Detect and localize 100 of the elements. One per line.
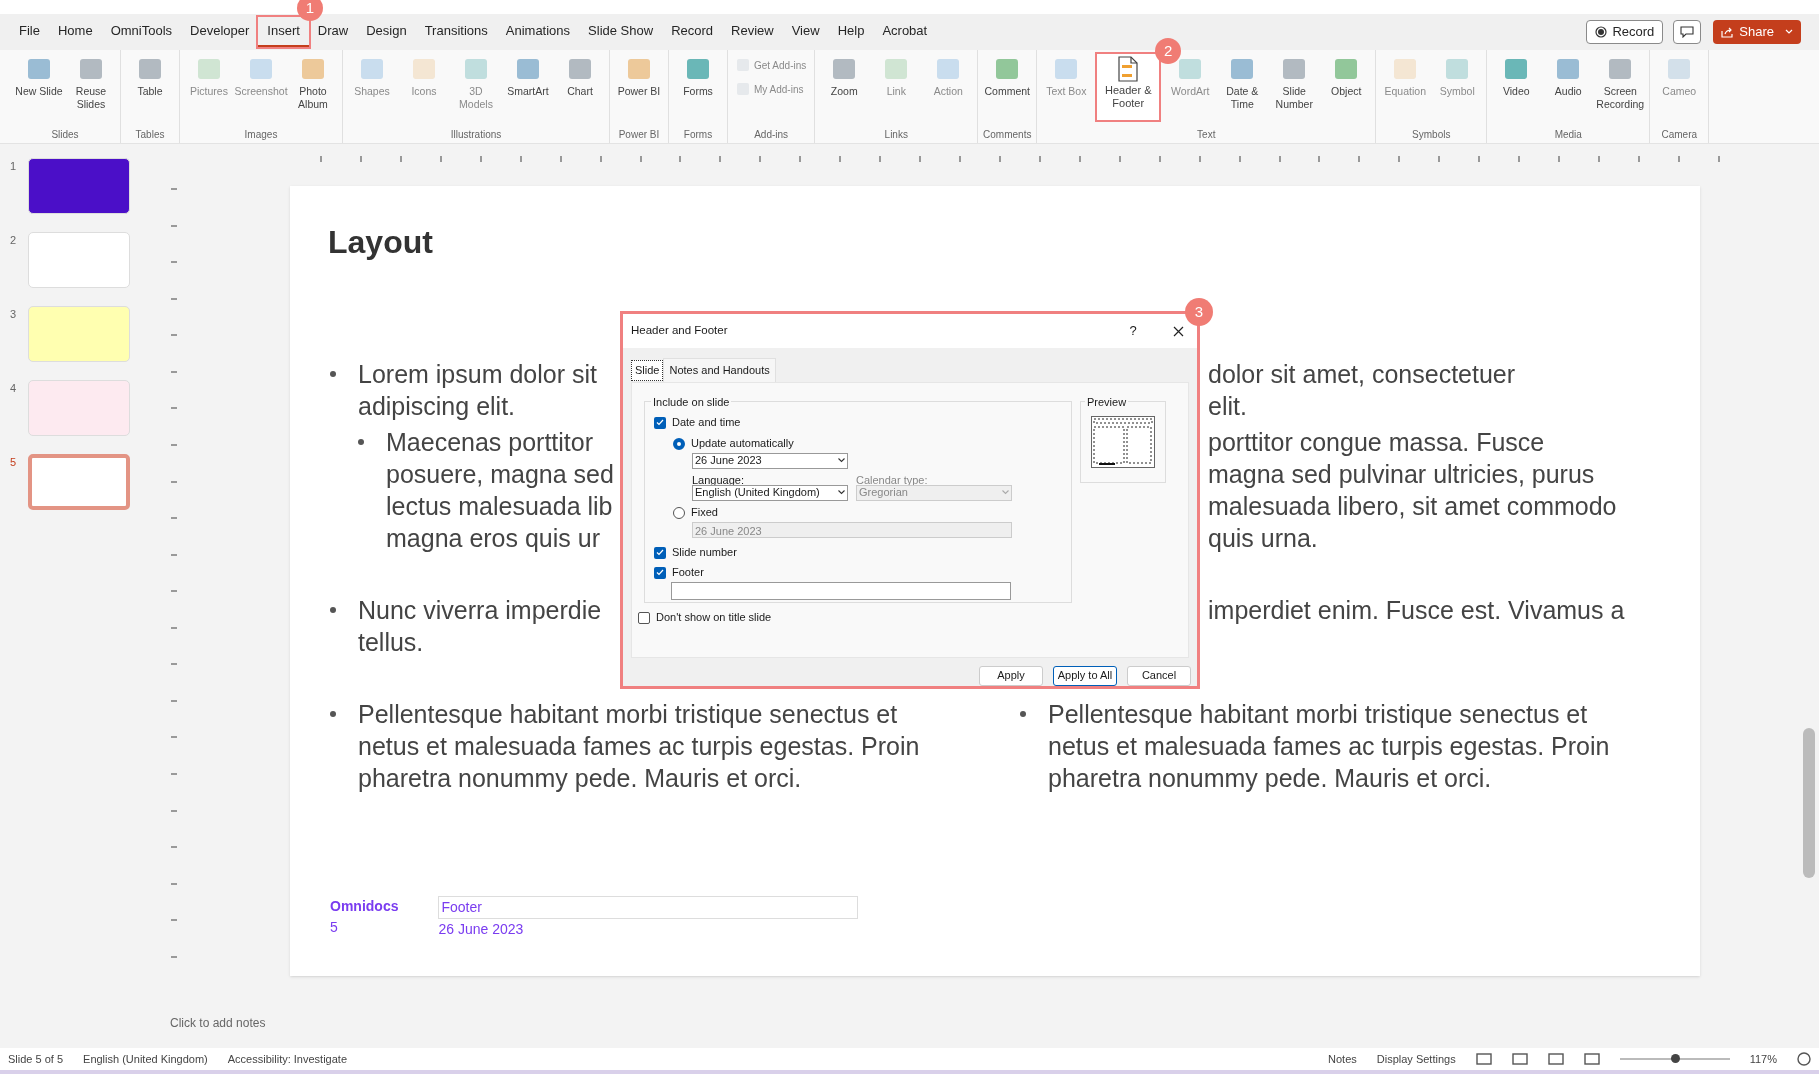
ribbon-button[interactable]: Reuse Slides xyxy=(66,54,116,127)
dialog-tab[interactable]: Slide xyxy=(631,360,664,381)
checkbox[interactable]: Date and time xyxy=(654,413,1071,432)
menu-tab[interactable]: File xyxy=(10,17,49,47)
menu-tab[interactable]: Home xyxy=(48,17,102,47)
group-label: Tables xyxy=(134,128,166,142)
ribbon-icon xyxy=(463,56,489,82)
dialog-button[interactable]: Cancel xyxy=(1127,665,1191,686)
ribbon-button[interactable]: New Slide xyxy=(14,54,64,127)
menu-tab[interactable]: Review xyxy=(722,17,783,47)
radio-button[interactable]: Fixed xyxy=(673,503,1071,522)
slide-text-line: imperdiet enim. Fusce est. Vivamus a xyxy=(1208,595,1625,626)
ribbon-icon xyxy=(1666,56,1693,82)
slide-number: 2 xyxy=(10,233,18,248)
menu-tab[interactable]: Transitions xyxy=(415,17,497,47)
menu-tab[interactable]: Acrobat xyxy=(873,17,937,47)
ribbon-button[interactable]: SmartArt xyxy=(503,54,553,127)
ribbon-button[interactable]: Audio xyxy=(1543,54,1594,127)
ribbon-icon xyxy=(78,56,104,82)
dropdown[interactable]: 26 June 2023 xyxy=(692,452,848,469)
ribbon-button[interactable]: Date & Time xyxy=(1217,54,1268,127)
record-button[interactable]: Record xyxy=(1586,20,1664,44)
notes-placeholder[interactable]: Click to add notes xyxy=(170,1014,1819,1048)
slide-footer-text: Omnidocs xyxy=(330,897,399,916)
menu-tab[interactable]: Insert xyxy=(258,17,309,47)
slide-text-line: quis urna. xyxy=(1208,523,1318,554)
slide-text-line: posuere, magna sed xyxy=(386,459,614,490)
reading-view-icon[interactable] xyxy=(1547,1053,1564,1065)
slide-sorter-icon[interactable] xyxy=(1511,1053,1528,1065)
checkbox[interactable]: Slide number xyxy=(654,543,1071,562)
ribbon-button[interactable]: Header & Footer xyxy=(1097,54,1160,120)
ribbon-button[interactable]: Zoom xyxy=(819,54,870,127)
ribbon-button[interactable]: Slide Number xyxy=(1269,54,1320,127)
ribbon-icon xyxy=(248,56,274,82)
comments-button[interactable] xyxy=(1673,20,1702,44)
slide-thumbnail[interactable] xyxy=(28,454,130,510)
ribbon-icon xyxy=(626,56,652,82)
group-label: Comments xyxy=(982,128,1033,142)
ribbon-button[interactable]: Object xyxy=(1321,54,1372,127)
slide-text-line: Lorem ipsum dolor sit xyxy=(358,359,597,390)
slide-counter: Slide 5 of 5 xyxy=(8,1051,64,1067)
ribbon-button[interactable]: Forms xyxy=(673,54,723,127)
help-button[interactable]: ? xyxy=(1121,321,1145,341)
checkbox[interactable]: Don't show on title slide xyxy=(638,608,1072,627)
radio-button[interactable]: Update automatically xyxy=(673,434,1071,453)
menu-tab[interactable]: Design xyxy=(357,17,416,47)
slide-text-line: adipiscing elit. xyxy=(358,391,516,422)
display-settings-button[interactable]: Display Settings xyxy=(1376,1050,1456,1068)
slide-text-line: magna sed pulvinar ultricies, purus xyxy=(1208,459,1595,490)
checkbox[interactable]: Footer xyxy=(654,563,1071,582)
record-icon xyxy=(1595,26,1608,38)
ribbon-button[interactable]: Video xyxy=(1491,54,1542,127)
ribbon-button[interactable]: Power BI xyxy=(614,54,664,127)
caret-icon xyxy=(838,458,845,463)
ribbon-icon xyxy=(1607,56,1634,82)
slide-title: Layout xyxy=(328,223,434,262)
footer-field[interactable]: Footer xyxy=(438,896,859,919)
slideshow-icon[interactable] xyxy=(1583,1053,1600,1065)
menu-tab[interactable]: Record xyxy=(662,17,723,47)
accessibility-status[interactable]: Accessibility: Investigate xyxy=(227,1050,347,1068)
menu-tab[interactable]: Developer xyxy=(181,17,259,47)
menu-tab[interactable]: OmniTools xyxy=(101,17,182,47)
menu-tab[interactable]: Animations xyxy=(496,17,580,47)
ribbon-icon xyxy=(831,56,858,82)
group-label: Symbols xyxy=(1411,128,1452,142)
language-status[interactable]: English (United Kingdom) xyxy=(83,1050,208,1068)
dialog-tab[interactable]: Notes and Handouts xyxy=(663,358,776,382)
ribbon-icon xyxy=(1281,56,1308,82)
notes-button[interactable]: Notes xyxy=(1328,1050,1357,1068)
slide-text-line: elit. xyxy=(1208,391,1247,422)
slide-text-line: malesuada libero, sit amet commodo xyxy=(1208,491,1617,522)
dialog-title: Header and Footer xyxy=(631,323,729,339)
group-label: Media xyxy=(1553,128,1583,142)
ribbon-button[interactable]: Table xyxy=(125,54,175,127)
ribbon-button[interactable]: Chart xyxy=(555,54,605,127)
caret-icon xyxy=(1785,29,1793,35)
ribbon-icon xyxy=(196,56,222,82)
slide-text-line: Pellentesque habitant morbi tristique senectus et xyxy=(1048,699,1588,730)
ribbon-button[interactable]: Screen Recording xyxy=(1595,54,1646,127)
zoom-thumb[interactable] xyxy=(1670,1054,1680,1063)
share-button[interactable]: Share xyxy=(1713,20,1801,44)
fit-icon[interactable] xyxy=(1797,1052,1811,1066)
menu-tab[interactable]: Help xyxy=(828,17,874,47)
menu-tab[interactable]: View xyxy=(782,17,829,47)
ribbon-button[interactable]: Photo Album xyxy=(288,54,338,127)
ribbon-icon xyxy=(1392,56,1419,82)
slide-text-line: Nunc viverra imperdie xyxy=(358,595,602,626)
caret-icon xyxy=(838,490,845,495)
scrollbar[interactable] xyxy=(1803,728,1815,878)
dialog-button[interactable]: Apply to All xyxy=(1053,665,1117,686)
ribbon-icon xyxy=(1053,56,1080,82)
menu-tab[interactable]: Slide Show xyxy=(579,17,663,47)
normal-view-icon[interactable] xyxy=(1475,1053,1492,1065)
ribbon-button[interactable]: Comment xyxy=(982,54,1033,127)
group-label: Add-ins xyxy=(753,128,790,142)
dropdown[interactable]: English (United Kingdom) xyxy=(692,484,848,501)
footer-input-field[interactable] xyxy=(671,581,1011,600)
ribbon-icon xyxy=(685,56,711,82)
dialog-button[interactable]: Apply xyxy=(979,665,1043,686)
ribbon-icon xyxy=(883,56,910,82)
